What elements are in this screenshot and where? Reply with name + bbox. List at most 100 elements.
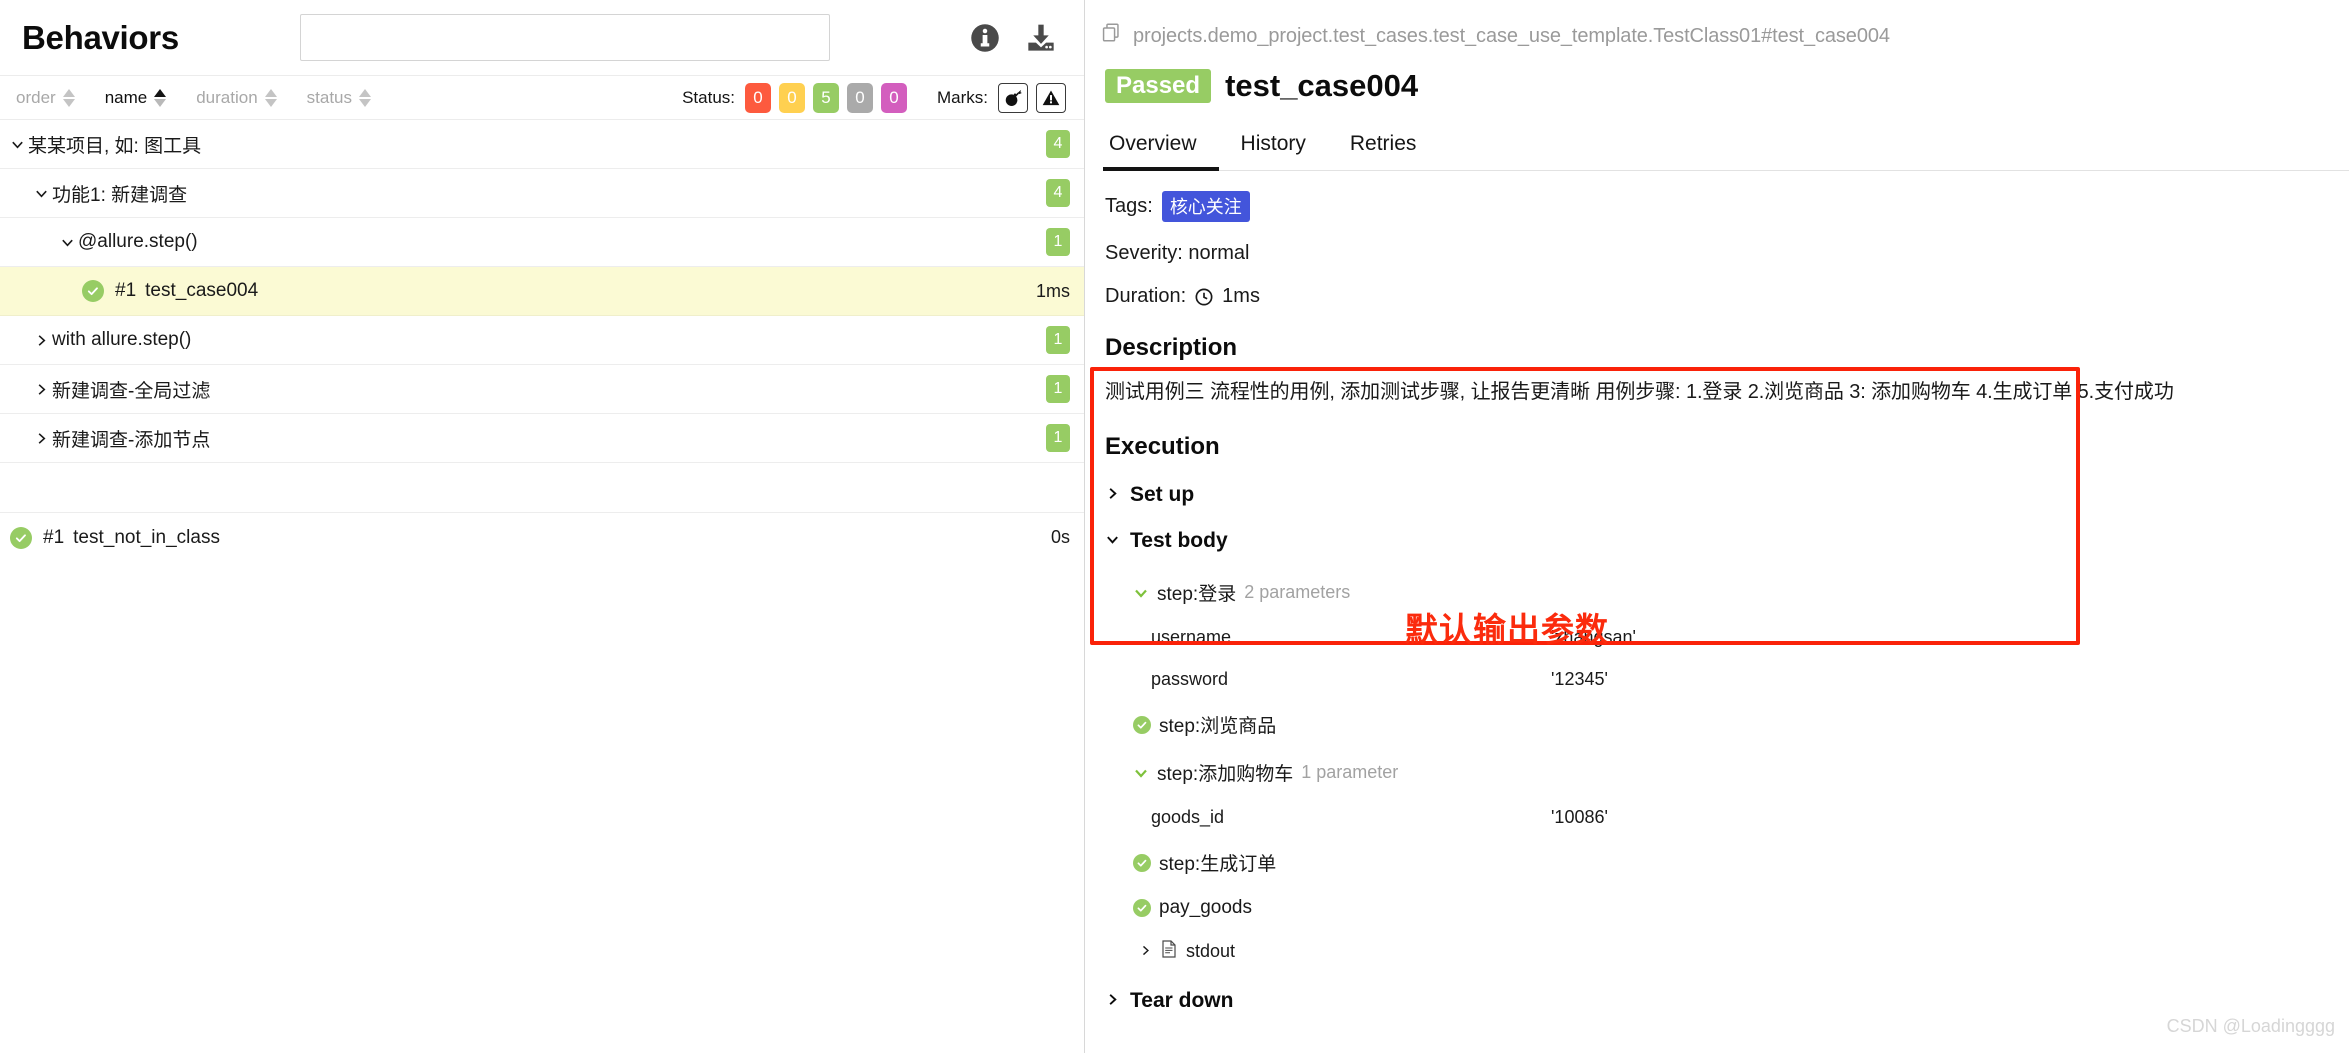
setup-section-toggle[interactable]: Set up [1105, 483, 2331, 507]
status-badge-broken[interactable]: 0 [779, 82, 805, 113]
status-badge-unknown[interactable]: 0 [881, 82, 907, 113]
sort-arrows-icon [62, 88, 75, 107]
step-name: step:生成订单 [1159, 854, 1277, 875]
tree-node-count: 1 [1046, 228, 1070, 256]
sort-and-filter-bar: order name duration status Status: 0 0 5… [0, 76, 1084, 120]
tree-node-label: 某某项目, 如: 图工具 [28, 135, 202, 157]
chevron-down-icon [30, 186, 52, 201]
step-param-count: 1 parameter [1301, 762, 1399, 782]
search-input[interactable] [300, 14, 831, 61]
severity-row: Severity: normal [1105, 242, 2331, 265]
tree-leaf-name: test_not_in_class [73, 526, 220, 548]
attachment-name: stdout [1186, 941, 1236, 961]
attachment-stdout[interactable]: stdout [1139, 940, 2331, 963]
tree-node-add-node[interactable]: 新建调查-添加节点 1 [0, 414, 1084, 463]
tab-overview[interactable]: Overview [1103, 126, 1219, 171]
tags-label: Tags: [1105, 195, 1153, 217]
breadcrumb: projects.demo_project.test_cases.test_ca… [1085, 0, 2349, 50]
step-add-to-cart[interactable]: step:添加购物车 1 parameter [1133, 759, 2331, 786]
download-icon[interactable] [1024, 21, 1058, 55]
sort-arrows-icon [359, 88, 372, 107]
overview-content: Tags: 核心关注 Severity: normal Duration: 1m… [1085, 171, 2349, 1053]
tree-node-global-filter[interactable]: 新建调查-全局过滤 1 [0, 365, 1084, 414]
tab-history[interactable]: History [1219, 126, 1328, 171]
sort-label-order: order [16, 87, 56, 107]
test-title: test_case004 [1225, 68, 1419, 103]
left-panel-toolbar: Behaviors [0, 0, 1084, 76]
step-name: step:添加购物车 [1157, 764, 1294, 785]
status-passed-icon [82, 280, 104, 302]
duration-label: Duration: [1105, 285, 1187, 307]
tree-node-project[interactable]: 某某项目, 如: 图工具 4 [0, 120, 1084, 169]
chevron-down-green-icon [1133, 585, 1149, 601]
tree-node-feature1[interactable]: 功能1: 新建调查 4 [0, 169, 1084, 218]
param-name: username [1151, 627, 1232, 647]
tree-leaf-test-case004[interactable]: #1 test_case004 1ms [0, 267, 1084, 316]
teardown-section-toggle[interactable]: Tear down [1105, 989, 2331, 1013]
tree-node-count: 4 [1046, 179, 1070, 207]
sort-label-name: name [104, 87, 148, 107]
description-text: 测试用例三 流程性的用例, 添加测试步骤, 让报告更清晰 用例步骤: 1.登录 … [1105, 381, 2174, 403]
warning-triangle-icon[interactable] [1036, 82, 1066, 113]
test-body-section-toggle[interactable]: Test body [1105, 529, 2331, 553]
watermark: CSDN @Loadingggg [2166, 1016, 2335, 1036]
tree-node-count: 1 [1046, 326, 1070, 354]
left-panel: Behaviors order name duration status Sta… [0, 0, 1085, 1053]
step-browse-goods[interactable]: step:浏览商品 [1133, 711, 2331, 738]
tree-node-label: 新建调查-全局过滤 [52, 380, 211, 402]
chevron-right-icon [1105, 989, 1120, 1013]
status-passed-icon [1133, 853, 1151, 872]
tag-chip[interactable]: 核心关注 [1161, 191, 1250, 222]
status-passed-icon [1133, 715, 1151, 734]
allure-report-app: Behaviors order name duration status Sta… [0, 0, 2349, 1053]
status-passed-icon [1133, 899, 1151, 917]
step-name: step:登录 [1157, 584, 1237, 605]
step-create-order[interactable]: step:生成订单 [1133, 849, 2331, 876]
tab-retries[interactable]: Retries [1328, 126, 1439, 171]
tree-node-count: 1 [1046, 375, 1070, 403]
chevron-right-icon [1105, 483, 1120, 507]
tree-node-with-allure-step[interactable]: with allure.step() 1 [0, 316, 1084, 365]
tree-leaf-test-not-in-class[interactable]: #1 test_not_in_class 0s [0, 513, 1084, 562]
behaviors-tree: 某某项目, 如: 图工具 4 功能1: 新建调查 4 @allure.step(… [0, 120, 1084, 1053]
test-body-steps: 默认输出参数 step:登录 2 parameters username 'zh… [1105, 567, 2331, 963]
step-name: step:浏览商品 [1159, 716, 1277, 737]
test-body-label: Test body [1130, 529, 1228, 552]
step-name: pay_goods [1159, 897, 1252, 918]
sort-label-duration: duration [196, 87, 258, 107]
chevron-right-icon [1139, 941, 1152, 962]
sort-by-duration[interactable]: duration [196, 87, 277, 108]
tree-node-count: 1 [1046, 424, 1070, 452]
sort-arrows-icon [264, 88, 277, 107]
tree-node-label: @allure.step() [78, 231, 198, 252]
duration-row: Duration: 1ms [1105, 285, 2331, 308]
tree-leaf-number: #1 [43, 526, 65, 548]
status-badge-passed[interactable]: 5 [813, 82, 839, 113]
tree-spacer [0, 463, 1084, 513]
description-heading: Description [1105, 334, 1238, 361]
step-login[interactable]: step:登录 2 parameters [1133, 579, 2331, 606]
setup-label: Set up [1130, 483, 1195, 506]
tree-node-allure-step[interactable]: @allure.step() 1 [0, 218, 1084, 267]
status-passed-icon [10, 526, 32, 549]
tree-leaf-duration: 0s [1050, 527, 1070, 547]
step-param-count: 2 parameters [1244, 582, 1351, 602]
status-badge-failed[interactable]: 0 [745, 82, 771, 113]
info-icon[interactable] [968, 21, 1002, 55]
page-title: Behaviors [22, 18, 179, 56]
param-row: goods_id '10086' [1151, 807, 2331, 828]
status-badge-skipped[interactable]: 0 [847, 82, 873, 113]
step-pay-goods[interactable]: pay_goods [1133, 897, 2331, 919]
param-value: '10086' [1551, 807, 1608, 827]
sort-label-status: status [306, 87, 353, 107]
bomb-icon[interactable] [998, 82, 1028, 113]
param-name: password [1151, 669, 1229, 689]
sort-by-name[interactable]: name [105, 88, 167, 108]
sort-by-order[interactable]: order [16, 88, 75, 108]
param-name: goods_id [1151, 807, 1225, 827]
sort-by-status[interactable]: status [306, 87, 372, 108]
tree-leaf-label: #1 test_case004 [115, 280, 258, 302]
breadcrumb-path[interactable]: projects.demo_project.test_cases.test_ca… [1133, 25, 1890, 48]
copy-pages-icon[interactable] [1101, 22, 1123, 50]
tree-node-label: with allure.step() [52, 329, 192, 350]
